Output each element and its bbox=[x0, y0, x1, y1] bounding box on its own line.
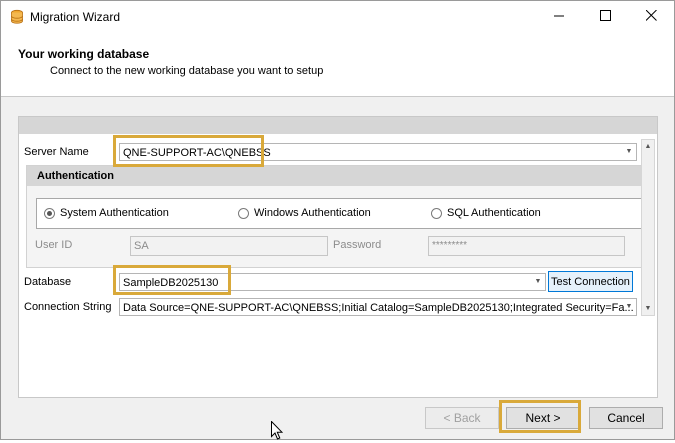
server-name-label: Server Name bbox=[24, 146, 89, 158]
maximize-button[interactable] bbox=[582, 1, 628, 32]
authentication-group: Authentication System Authentication Win… bbox=[26, 165, 652, 268]
mouse-cursor-icon bbox=[271, 420, 284, 440]
scroll-up-icon[interactable]: ▲ bbox=[642, 140, 654, 153]
panel-top-bar bbox=[19, 117, 657, 134]
database-combo[interactable]: SampleDB2025130 ▼ bbox=[119, 273, 546, 291]
test-connection-button[interactable]: Test Connection bbox=[548, 271, 633, 292]
page-subtitle: Connect to the new working database you … bbox=[50, 65, 324, 77]
close-button[interactable] bbox=[628, 1, 674, 32]
wizard-header: Your working database Connect to the new… bbox=[1, 32, 674, 97]
chevron-down-icon[interactable]: ▼ bbox=[622, 299, 636, 315]
cancel-button[interactable]: Cancel bbox=[589, 407, 663, 429]
password-label: Password bbox=[333, 239, 382, 251]
radio-unselected-icon[interactable] bbox=[431, 207, 442, 219]
authentication-title: Authentication bbox=[27, 166, 651, 186]
chevron-down-icon[interactable]: ▼ bbox=[531, 274, 545, 290]
back-button[interactable]: < Back bbox=[425, 407, 499, 429]
radio-windows-auth-label: Windows Authentication bbox=[254, 207, 371, 219]
user-id-field[interactable]: SA bbox=[130, 236, 328, 256]
server-name-value: QNE-SUPPORT-AC\QNEBSS bbox=[123, 147, 271, 159]
database-label: Database bbox=[24, 276, 72, 288]
next-button[interactable]: Next > bbox=[506, 407, 580, 429]
page-title: Your working database bbox=[18, 47, 150, 61]
close-icon bbox=[645, 9, 657, 24]
database-icon bbox=[9, 9, 25, 25]
radio-selected-icon[interactable] bbox=[44, 207, 55, 219]
maximize-icon bbox=[599, 9, 611, 24]
server-name-combo[interactable]: QNE-SUPPORT-AC\QNEBSS ▼ bbox=[119, 143, 637, 161]
title-bar[interactable]: Migration Wizard bbox=[1, 1, 674, 32]
chevron-down-icon[interactable]: ▼ bbox=[622, 144, 636, 160]
auth-options-box: System Authentication Windows Authentica… bbox=[36, 198, 642, 229]
database-value: SampleDB2025130 bbox=[123, 277, 219, 289]
connection-string-label: Connection String bbox=[24, 301, 112, 313]
minimize-icon bbox=[553, 10, 565, 24]
migration-wizard-window: Migration Wizard Your working database C… bbox=[0, 0, 675, 440]
radio-sql-auth[interactable]: SQL Authentication bbox=[431, 207, 541, 219]
radio-unselected-icon[interactable] bbox=[238, 207, 249, 219]
window-title: Migration Wizard bbox=[30, 10, 121, 24]
radio-system-auth[interactable]: System Authentication bbox=[44, 207, 169, 219]
minimize-button[interactable] bbox=[536, 1, 582, 32]
connection-string-value: Data Source=QNE-SUPPORT-AC\QNEBSS;Initia… bbox=[123, 302, 634, 314]
radio-system-auth-label: System Authentication bbox=[60, 207, 169, 219]
connection-string-combo[interactable]: Data Source=QNE-SUPPORT-AC\QNEBSS;Initia… bbox=[119, 298, 637, 316]
user-id-label: User ID bbox=[35, 239, 73, 251]
password-field[interactable]: ********* bbox=[428, 236, 625, 256]
scroll-down-icon[interactable]: ▼ bbox=[642, 302, 654, 315]
radio-sql-auth-label: SQL Authentication bbox=[447, 207, 541, 219]
radio-windows-auth[interactable]: Windows Authentication bbox=[238, 207, 371, 219]
vertical-scrollbar[interactable]: ▲ ▼ bbox=[641, 139, 655, 316]
connection-panel: Server Name QNE-SUPPORT-AC\QNEBSS ▼ Auth… bbox=[18, 116, 658, 398]
